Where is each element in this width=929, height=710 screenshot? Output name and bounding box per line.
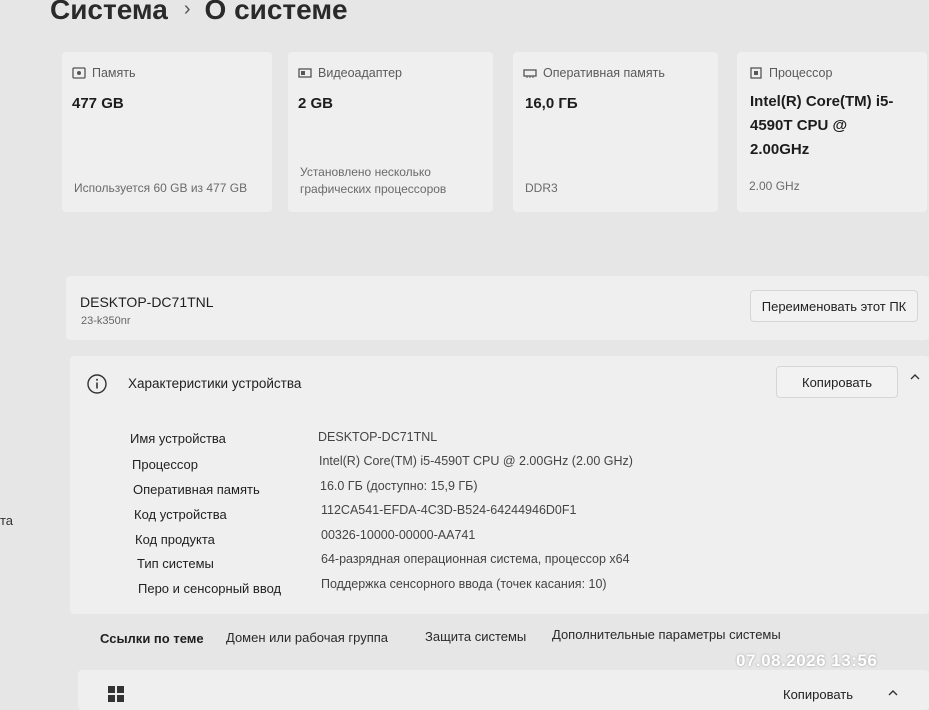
tile-gpu-title: Видеоадаптер (298, 66, 402, 80)
tile-cpu[interactable]: Процессор Intel(R) Core(TM) i5-4590T CPU… (737, 52, 927, 212)
storage-icon (72, 67, 86, 79)
spec-label: Код продукта (135, 532, 215, 547)
device-model: 23-k350nr (81, 315, 131, 327)
breadcrumb: Система › О системе (50, 0, 348, 26)
tile-storage-title: Память (72, 66, 136, 80)
device-card: DESKTOP-DC71TNL 23-k350nr Переименовать … (66, 276, 929, 340)
breadcrumb-separator-icon: › (183, 0, 191, 20)
copy-windows-specs-button[interactable]: Копировать (783, 687, 853, 702)
chevron-up-icon[interactable] (908, 370, 922, 389)
page-title: О системе (204, 0, 348, 25)
tile-ram-sub: DDR3 (525, 181, 558, 195)
spec-value: 112CA541-EFDA-4C3D-B524-64244946D0F1 (321, 503, 577, 517)
link-advanced-system-settings[interactable]: Дополнительные параметры системы (552, 627, 781, 642)
spec-value: DESKTOP-DC71TNL (318, 430, 438, 444)
tile-gpu-sub: Установлено несколько графических процес… (300, 165, 447, 196)
chevron-up-icon[interactable] (886, 686, 900, 705)
spec-value: 00326-10000-00000-AA741 (321, 528, 476, 542)
tile-ram-title: Оперативная память (523, 66, 665, 80)
ram-icon (523, 69, 537, 78)
side-fragment: та (0, 513, 14, 528)
info-icon (86, 373, 108, 400)
related-links-title: Ссылки по теме (100, 631, 204, 646)
tile-ram[interactable]: Оперативная память 16,0 ГБ DDR3 (513, 52, 718, 212)
tile-storage-sub: Используется 60 GB из 477 GB (74, 181, 248, 195)
cpu-icon (750, 67, 762, 79)
rename-pc-button[interactable]: Переименовать этот ПК (750, 290, 918, 322)
tile-cpu-sub: 2.00 GHz (749, 179, 800, 193)
spec-label: Код устройства (134, 507, 227, 522)
tile-storage-value: 477 GB (72, 95, 124, 112)
device-specs-title: Характеристики устройства (128, 376, 302, 391)
spec-label: Процессор (132, 457, 198, 472)
tile-storage[interactable]: Память 477 GB Используется 60 GB из 477 … (62, 52, 272, 212)
photo-timestamp: 07.08.2026 13:56 (736, 651, 878, 670)
tile-ram-value: 16,0 ГБ (525, 95, 578, 112)
gpu-icon (298, 68, 312, 78)
spec-value: Intel(R) Core(TM) i5-4590T CPU @ 2.00GHz… (319, 454, 633, 468)
breadcrumb-parent[interactable]: Система (50, 0, 168, 25)
device-name: DESKTOP-DC71TNL (80, 294, 214, 310)
windows-logo-icon (108, 686, 124, 707)
spec-value: 64-разрядная операционная система, проце… (321, 552, 630, 566)
spec-label: Оперативная память (133, 482, 260, 497)
tile-gpu-value: 2 GB (298, 95, 334, 112)
spec-label: Перо и сенсорный ввод (138, 581, 282, 596)
tile-cpu-title: Процессор (749, 66, 832, 80)
tile-gpu[interactable]: Видеоадаптер 2 GB Установлено несколько … (288, 52, 493, 212)
tile-cpu-value: Intel(R) Core(TM) i5-4590T CPU @ 2.00GHz (750, 93, 894, 158)
spec-label: Имя устройства (130, 431, 226, 446)
related-links-bar: Ссылки по теме Домен или рабочая группа … (70, 616, 929, 656)
spec-label: Тип системы (137, 556, 214, 571)
device-specs-card: Характеристики устройства Копировать Имя… (70, 356, 929, 614)
link-domain-workgroup[interactable]: Домен или рабочая группа (226, 630, 388, 645)
copy-specs-button[interactable]: Копировать (776, 366, 898, 398)
spec-value: Поддержка сенсорного ввода (точек касани… (321, 577, 607, 591)
bottom-card: Копировать (78, 670, 929, 710)
spec-value: 16.0 ГБ (доступно: 15,9 ГБ) (320, 479, 478, 493)
link-system-protection[interactable]: Защита системы (425, 629, 526, 644)
